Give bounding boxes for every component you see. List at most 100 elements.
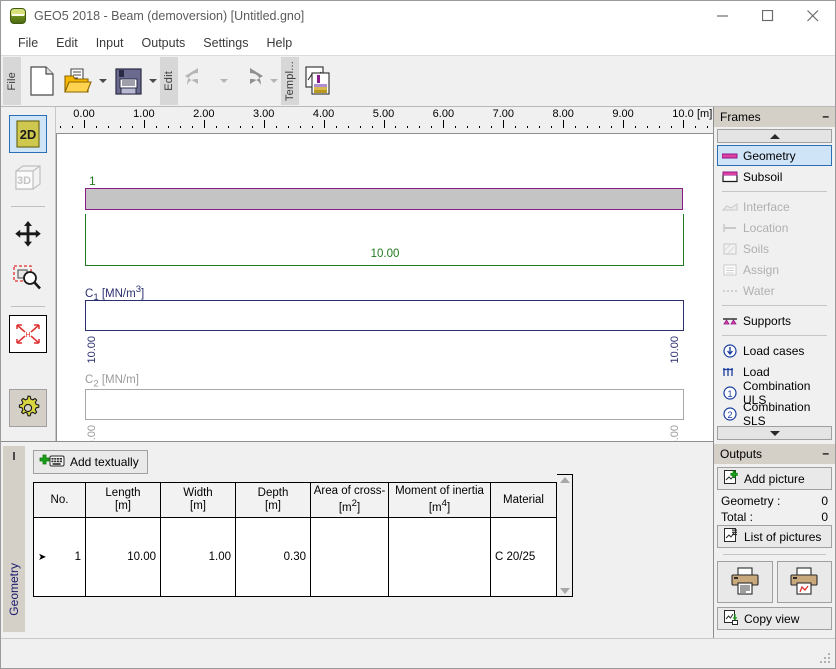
zoom-region-button[interactable] <box>9 259 47 297</box>
ruler-label: 10.0 <box>672 108 694 120</box>
save-dropdown-caret[interactable] <box>146 59 160 103</box>
settings-gear-button[interactable] <box>9 389 47 427</box>
add-picture-button[interactable]: Add picture <box>717 467 832 490</box>
column-depth-title: Depth <box>257 486 289 499</box>
ruler-tick-minor <box>60 126 62 128</box>
ruler-tick-major <box>623 120 625 128</box>
add-textually-label: Add textually <box>70 455 139 469</box>
print-document-button[interactable] <box>717 561 773 603</box>
scroll-down-arrow-icon[interactable] <box>559 588 570 594</box>
beam-shape[interactable] <box>85 188 683 210</box>
column-depth[interactable]: Depth [m] <box>235 481 311 519</box>
column-length-unit: [m] <box>115 500 131 513</box>
ruler-tick-minor <box>179 126 181 128</box>
cell-width[interactable]: 1.00 <box>160 517 236 597</box>
frames-list: Geometry Subsoil Interface Location Soil… <box>714 145 835 428</box>
column-area[interactable]: Area of cross- [m2] <box>310 481 389 519</box>
sidebar-item-load-cases[interactable]: Load cases <box>717 340 832 361</box>
ruler-label: 3.00 <box>252 108 275 120</box>
drawing-canvas[interactable]: 1 10.00 C1 [MN/m3] 10.00 10.00 C2 [MN/m]… <box>56 133 713 441</box>
print-picture-button[interactable] <box>776 561 832 603</box>
new-document-icon[interactable] <box>24 59 60 103</box>
undo-dropdown-caret[interactable] <box>217 59 231 103</box>
menu-help[interactable]: Help <box>257 33 301 53</box>
undo-arrow-icon[interactable] <box>181 59 217 103</box>
sidebar-item-geometry-label: Geometry <box>743 148 796 163</box>
dimension-extension-left <box>85 214 86 266</box>
column-inertia-title: Moment of inertia <box>395 485 484 497</box>
sidebar-item-geometry[interactable]: Geometry <box>717 145 832 166</box>
sidebar-item-assign[interactable]: Assign <box>717 259 832 280</box>
cell-material[interactable]: C 20/25 <box>490 517 557 597</box>
frames-scroll-up-button[interactable] <box>717 129 832 143</box>
add-textually-button[interactable]: Add textually <box>33 450 148 474</box>
open-folder-icon[interactable] <box>60 59 96 103</box>
ruler-label: 4.00 <box>312 108 335 120</box>
sidebar-item-supports[interactable]: Supports <box>717 310 832 331</box>
3d-view-button[interactable]: 3D <box>9 159 47 197</box>
redo-arrow-icon[interactable] <box>231 59 267 103</box>
cell-inertia[interactable] <box>388 517 491 597</box>
c2-diagram-box[interactable] <box>85 389 684 420</box>
outputs-minimize-button[interactable]: – <box>822 447 829 459</box>
sidebar-item-subsoil[interactable]: Subsoil <box>717 166 832 187</box>
redo-dropdown-caret[interactable] <box>267 59 281 103</box>
column-no[interactable]: No. <box>33 481 86 519</box>
minimize-icon[interactable] <box>700 1 745 31</box>
cell-length[interactable]: 10.00 <box>85 517 161 597</box>
list-of-pictures-button[interactable]: List of pictures <box>717 525 832 548</box>
table-row[interactable]: ➤ 1 10.00 1.00 0.30 C 20/25 <box>33 517 557 597</box>
2d-view-button[interactable]: 2D <box>9 115 47 153</box>
column-inertia[interactable]: Moment of inertia [m4] <box>388 481 491 519</box>
menu-settings[interactable]: Settings <box>194 33 257 53</box>
sidebar-item-combination-sls[interactable]: 2 Combination SLS <box>717 400 832 428</box>
save-floppy-icon[interactable] <box>110 59 146 103</box>
geometry-vertical-tab[interactable]: Geometry <box>1 442 27 638</box>
menu-input[interactable]: Input <box>87 33 133 53</box>
c2-unit: [MN/m] <box>101 374 139 386</box>
table-header-row: No. Length [m] Width [m] Depth [m] Area … <box>33 481 557 519</box>
sidebar-separator-1 <box>722 191 827 192</box>
subsoil-icon <box>722 170 738 184</box>
ruler-label: 8.00 <box>552 108 574 120</box>
column-material[interactable]: Material <box>490 481 557 519</box>
pan-button[interactable] <box>9 215 47 253</box>
zoom-fit-button[interactable]: H <box>9 315 47 353</box>
ruler-tick-minor <box>215 126 217 128</box>
column-depth-unit: [m] <box>265 500 281 513</box>
open-dropdown-caret[interactable] <box>96 59 110 103</box>
ruler-tick-minor <box>431 126 433 128</box>
sidebar-item-water[interactable]: Water <box>717 280 832 301</box>
maximize-icon[interactable] <box>745 1 790 31</box>
column-width-unit: [m] <box>190 500 206 513</box>
sidebar-item-interface[interactable]: Interface <box>717 196 832 217</box>
templates-icon[interactable] <box>302 59 338 103</box>
ruler-tick-major <box>203 120 205 128</box>
table-scrollbar[interactable] <box>557 474 573 597</box>
ruler-tick-major <box>443 120 445 128</box>
outputs-separator <box>723 554 826 555</box>
frames-scroll-down-button[interactable] <box>717 426 832 440</box>
c1-diagram-box[interactable] <box>85 300 684 331</box>
total-count-label: Total : <box>721 510 754 524</box>
menu-edit[interactable]: Edit <box>47 33 87 53</box>
sidebar-item-location[interactable]: Location <box>717 217 832 238</box>
resize-grip-icon[interactable] <box>820 653 832 665</box>
title-bar: GEO5 2018 - Beam (demoversion) [Untitled… <box>1 1 835 31</box>
ruler-tick-minor <box>467 126 469 128</box>
close-icon[interactable] <box>790 1 835 31</box>
column-width-title: Width <box>183 486 213 499</box>
cell-area[interactable] <box>310 517 389 597</box>
ruler-tick-minor <box>671 126 673 128</box>
column-length[interactable]: Length [m] <box>85 481 161 519</box>
sidebar-item-soils[interactable]: Soils <box>717 238 832 259</box>
copy-view-button[interactable]: Copy view <box>717 607 832 630</box>
dimension-extension-right <box>683 214 684 266</box>
menu-outputs[interactable]: Outputs <box>133 33 195 53</box>
scroll-up-arrow-icon[interactable] <box>559 477 570 483</box>
frames-minimize-button[interactable]: – <box>822 110 829 122</box>
menu-file[interactable]: File <box>9 33 47 53</box>
column-width[interactable]: Width [m] <box>160 481 236 519</box>
sidebar-item-combination-sls-label: Combination SLS <box>743 399 811 428</box>
cell-depth[interactable]: 0.30 <box>235 517 311 597</box>
